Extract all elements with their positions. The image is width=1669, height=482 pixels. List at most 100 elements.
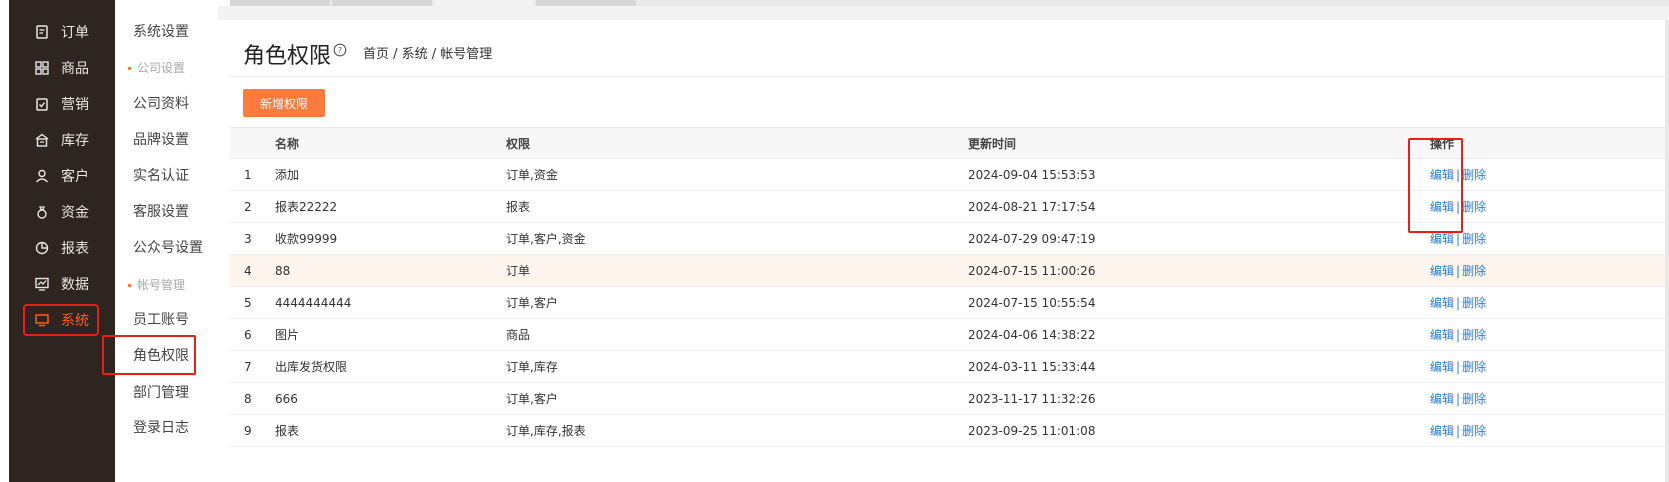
row-name: 收款99999 (275, 232, 338, 246)
row-index: 8 (244, 392, 252, 406)
row-name: 图片 (275, 328, 300, 342)
row-updated: 2024-08-21 17:17:54 (968, 200, 1096, 214)
sidebar-item-orders[interactable]: 订单 (25, 18, 97, 46)
scrollbar[interactable] (1665, 20, 1669, 482)
sidebar-item-label: 库存 (61, 133, 89, 149)
delete-link[interactable]: 删除 (1462, 168, 1486, 182)
sidebar-item-label: 资金 (61, 205, 89, 221)
subnav-service-settings[interactable]: 客服设置 (133, 201, 189, 223)
subnav-real-name[interactable]: 实名认证 (133, 165, 189, 187)
row-actions: 编辑 | 删除 (1430, 351, 1486, 383)
row-index: 7 (244, 360, 252, 374)
subnav-staff-account[interactable]: 员工账号 (133, 309, 189, 331)
sidebar-item-label: 数据 (61, 277, 89, 293)
action-separator: | (1456, 424, 1461, 438)
subnav-brand-settings[interactable]: 品牌设置 (133, 129, 189, 151)
subnav-group-account: 帐号管理 (128, 275, 185, 295)
delete-link[interactable]: 删除 (1462, 264, 1486, 278)
sidebar-item-label: 订单 (61, 25, 89, 41)
row-name: 报表 (275, 424, 300, 438)
badge-icon (35, 97, 49, 111)
help-icon[interactable]: ? (333, 43, 347, 57)
subnav-department[interactable]: 部门管理 (133, 382, 189, 404)
row-index: 1 (244, 168, 252, 182)
sidebar-item-label: 营销 (61, 97, 89, 113)
edit-link[interactable]: 编辑 (1430, 264, 1454, 278)
row-updated: 2024-07-29 09:47:19 (968, 232, 1096, 246)
add-permission-button[interactable]: 新增权限 (243, 89, 325, 117)
delete-link[interactable]: 删除 (1462, 232, 1486, 246)
svg-text:?: ? (338, 46, 342, 55)
row-updated: 2024-09-04 15:53:53 (968, 168, 1096, 182)
money-bag-icon (35, 205, 49, 219)
row-index: 5 (244, 296, 252, 310)
row-updated: 2024-07-15 11:00:26 (968, 264, 1096, 278)
row-permission: 订单,客户,资金 (506, 232, 586, 246)
row-updated: 2024-04-06 14:38:22 (968, 328, 1096, 342)
delete-link[interactable]: 删除 (1462, 392, 1486, 406)
sidebar-item-inventory[interactable]: 库存 (25, 126, 97, 154)
sub-navigation: 系统设置 公司设置 公司资料 品牌设置 实名认证 客服设置 公众号设置 帐号管理… (115, 0, 230, 482)
row-name: 4444444444 (275, 296, 352, 310)
edit-link[interactable]: 编辑 (1430, 328, 1454, 342)
sidebar-item-reports[interactable]: 报表 (25, 234, 97, 262)
header-updated: 更新时间 (968, 137, 1017, 151)
row-name: 88 (275, 264, 291, 278)
row-index: 4 (244, 264, 252, 278)
edit-link[interactable]: 编辑 (1430, 232, 1454, 246)
action-separator: | (1456, 232, 1461, 246)
sidebar-item-label: 系统 (61, 313, 89, 329)
subnav-official-account[interactable]: 公众号设置 (133, 237, 203, 259)
row-actions: 编辑 | 删除 (1430, 415, 1486, 447)
edit-link[interactable]: 编辑 (1430, 360, 1454, 374)
subnav-company-profile[interactable]: 公司资料 (133, 93, 189, 115)
row-permission: 订单,库存 (506, 360, 558, 374)
table-row: 9 报表 订单,库存,报表 2023-09-25 11:01:08 编辑 | 删除 (230, 415, 1669, 447)
subnav-system-settings[interactable]: 系统设置 (133, 21, 189, 43)
row-name: 出库发货权限 (275, 360, 348, 374)
sidebar-item-label: 商品 (61, 61, 89, 77)
table-row: 7 出库发货权限 订单,库存 2024-03-11 15:33:44 编辑 | 删除 (230, 351, 1669, 383)
edit-link[interactable]: 编辑 (1430, 424, 1454, 438)
subnav-group-company: 公司设置 (128, 58, 185, 78)
divider (230, 76, 1669, 77)
delete-link[interactable]: 删除 (1462, 424, 1486, 438)
table-row: 5 4444444444 订单,客户 2024-07-15 10:55:54 编辑 | 删除 (230, 287, 1669, 319)
row-permission: 订单,资金 (506, 168, 558, 182)
delete-link[interactable]: 删除 (1462, 200, 1486, 214)
delete-link[interactable]: 删除 (1462, 360, 1486, 374)
sidebar-item-products[interactable]: 商品 (25, 54, 97, 82)
delete-link[interactable]: 删除 (1462, 296, 1486, 310)
page-title: 角色权限 (243, 44, 332, 69)
action-separator: | (1456, 360, 1461, 374)
row-actions: 编辑 | 删除 (1430, 383, 1486, 415)
header-permission: 权限 (506, 137, 531, 151)
subnav-login-log[interactable]: 登录日志 (133, 417, 189, 439)
edit-link[interactable]: 编辑 (1430, 296, 1454, 310)
sidebar-item-funds[interactable]: 资金 (25, 198, 97, 226)
content-gap (218, 6, 1669, 20)
row-actions: 编辑 | 删除 (1430, 287, 1486, 319)
action-separator: | (1456, 296, 1461, 310)
row-updated: 2024-07-15 10:55:54 (968, 296, 1096, 310)
edit-link[interactable]: 编辑 (1430, 392, 1454, 406)
sidebar-item-customers[interactable]: 客户 (25, 162, 97, 190)
row-name: 666 (275, 392, 298, 406)
row-updated: 2023-11-17 11:32:26 (968, 392, 1096, 406)
row-permission: 订单,客户 (506, 296, 558, 310)
warehouse-icon (35, 133, 49, 147)
main-content: 角色权限 ? 首页 / 系统 / 帐号管理 新增权限 名称 权限 更新时间 操作… (230, 20, 1669, 482)
sidebar-item-system[interactable]: 系统 (23, 304, 99, 336)
row-permission: 订单,客户 (506, 392, 558, 406)
sidebar-item-marketing[interactable]: 营销 (25, 90, 97, 118)
header-name: 名称 (275, 137, 300, 151)
delete-link[interactable]: 删除 (1462, 328, 1486, 342)
table-row: 4 88 订单 2024-07-15 11:00:26 编辑 | 删除 (230, 255, 1669, 287)
ops-highlight (1408, 138, 1463, 233)
monitor-icon (35, 313, 49, 327)
grid-icon (35, 61, 49, 75)
sidebar-item-data[interactable]: 数据 (25, 270, 97, 298)
data-chart-icon (35, 277, 49, 291)
row-updated: 2023-09-25 11:01:08 (968, 424, 1096, 438)
row-permission: 报表 (506, 200, 531, 214)
